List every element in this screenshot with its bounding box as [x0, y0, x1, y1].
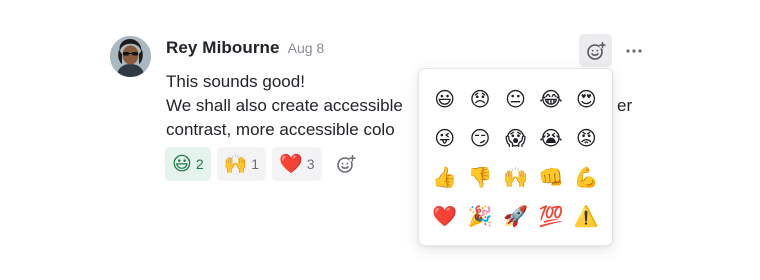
emoji-option[interactable]: 💪 — [569, 157, 604, 196]
avatar[interactable] — [110, 36, 151, 77]
emoji-option[interactable]: 🚀 — [498, 196, 533, 235]
emoji-option[interactable]: 🎉 — [462, 196, 497, 235]
emoji-option[interactable]: 😍 — [569, 79, 604, 118]
add-reaction-toggle[interactable] — [579, 34, 612, 67]
smiley-plus-icon — [586, 41, 606, 60]
emoji-option[interactable]: ❤️ — [427, 196, 462, 235]
emoji-option[interactable]: 😡 — [569, 118, 604, 157]
author-name[interactable]: Rey Mibourne — [166, 38, 280, 58]
emoji-picker: 😃 😞 😐 😂 😍 😜 😏 😱 😭 😡 👍 👎 🙌 👊 💪 ❤️ 🎉 🚀 💯 ⚠️ — [418, 68, 613, 246]
reaction-emoji: 🙌 — [223, 152, 248, 175]
reaction-chip[interactable]: ❤️ 3 — [272, 147, 322, 181]
emoji-option[interactable]: 😃 — [427, 79, 462, 118]
more-actions-button[interactable] — [621, 38, 647, 64]
reaction-count: 2 — [195, 156, 204, 172]
reaction-chip[interactable]: 🙌 1 — [216, 147, 267, 181]
emoji-option[interactable]: 😂 — [533, 79, 568, 118]
emoji-option[interactable]: 🙌 — [498, 157, 533, 196]
emoji-option[interactable]: 😞 — [462, 79, 497, 118]
reaction-emoji: ❤️ — [279, 152, 303, 175]
reaction-chip[interactable]: 😃 2 — [165, 147, 211, 181]
message-line-overflow: er — [617, 96, 633, 115]
more-horizontal-icon — [626, 49, 642, 53]
message-view: Rey Mibourne Aug 8 This sounds good! We … — [0, 0, 760, 280]
emoji-option[interactable]: 👊 — [533, 157, 568, 196]
smiley-plus-icon — [336, 154, 356, 173]
emoji-option[interactable]: 💯 — [533, 196, 568, 235]
message-timestamp[interactable]: Aug 8 — [288, 40, 325, 56]
emoji-option[interactable]: 👎 — [462, 157, 497, 196]
reaction-count: 3 — [306, 156, 315, 172]
reaction-count: 1 — [251, 156, 260, 172]
message-header: Rey Mibourne Aug 8 — [166, 38, 324, 58]
emoji-option[interactable]: 😜 — [427, 118, 462, 157]
emoji-option[interactable]: 😱 — [498, 118, 533, 157]
emoji-option[interactable]: 👍 — [427, 157, 462, 196]
reaction-emoji: 😃 — [172, 152, 192, 175]
add-reaction-button[interactable] — [332, 150, 360, 178]
reactions-bar: 😃 2 🙌 1 ❤️ 3 — [165, 147, 360, 181]
emoji-option[interactable]: 😐 — [498, 79, 533, 118]
emoji-option[interactable]: 😭 — [533, 118, 568, 157]
emoji-option[interactable]: 😏 — [462, 118, 497, 157]
emoji-option[interactable]: ⚠️ — [569, 196, 604, 235]
